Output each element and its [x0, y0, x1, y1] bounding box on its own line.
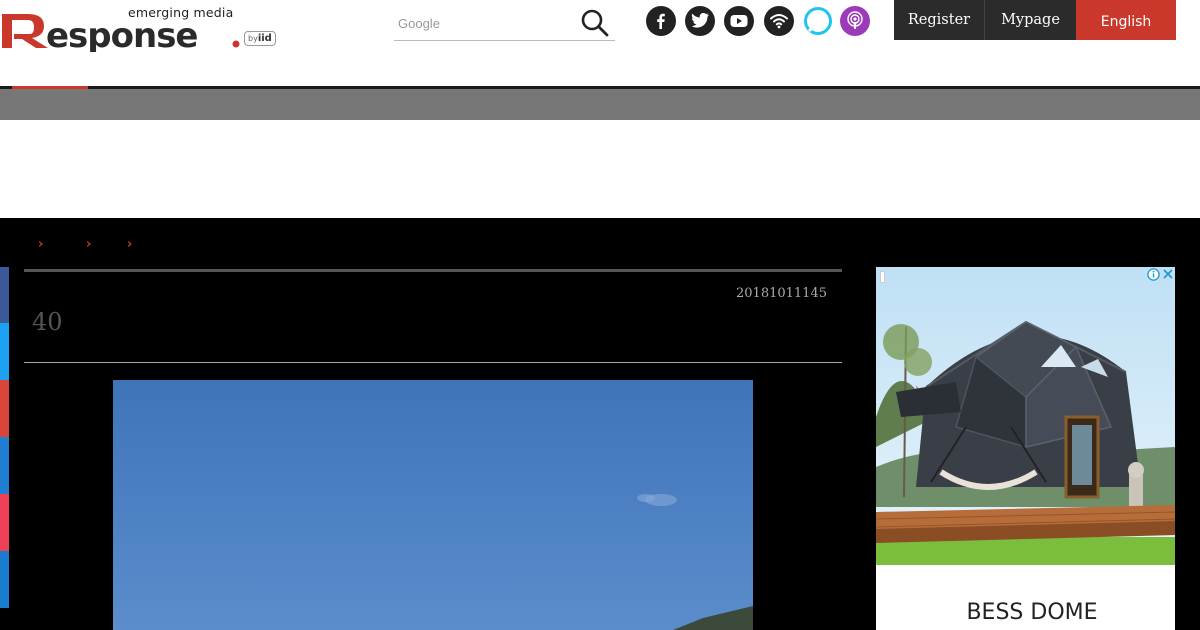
sidebar-advertisement[interactable]: BESS DOME	[876, 267, 1175, 630]
article-title-rule	[24, 362, 842, 363]
search-box	[394, 6, 615, 41]
response-wordmark: esponse	[2, 14, 240, 52]
search-button[interactable]	[580, 8, 612, 38]
article-top-rule	[24, 269, 842, 272]
podcast-link[interactable]	[840, 6, 870, 36]
facebook-icon	[657, 13, 665, 29]
share-facebook-button[interactable]	[0, 267, 9, 323]
search-input[interactable]	[398, 14, 568, 32]
share-line-button[interactable]	[0, 551, 9, 608]
site-logo[interactable]: emerging media esponse byiid	[0, 2, 290, 52]
share-google-button[interactable]	[0, 380, 9, 437]
article-date: 20181011145	[736, 286, 827, 301]
breadcrumb-chevron: ›	[86, 237, 92, 252]
share-twitter-button[interactable]	[0, 323, 9, 380]
alexa-link[interactable]	[803, 6, 833, 36]
close-ad-icon[interactable]	[1162, 268, 1174, 280]
mypage-button[interactable]: Mypage	[985, 0, 1076, 40]
register-button[interactable]: Register	[894, 0, 985, 40]
rss-link[interactable]	[764, 6, 794, 36]
facebook-link[interactable]	[646, 6, 676, 36]
twitter-link[interactable]	[685, 6, 715, 36]
youtube-icon	[730, 15, 748, 27]
english-button[interactable]: English	[1076, 0, 1176, 40]
ad-choices-icon	[1146, 267, 1160, 281]
ad-title: BESS DOME	[966, 600, 1098, 625]
svg-text:esponse: esponse	[46, 16, 198, 52]
podcast-icon	[847, 11, 863, 29]
wifi-rss-icon	[770, 14, 788, 29]
share-sidebar	[0, 267, 9, 608]
article-photo[interactable]	[113, 380, 753, 630]
twitter-icon	[691, 13, 709, 28]
share-pocket-button[interactable]	[0, 494, 9, 551]
site-header: emerging media esponse byiid Google Regi…	[0, 0, 1200, 88]
share-hatena-button[interactable]	[0, 437, 9, 494]
sky-landscape-image	[113, 380, 753, 630]
ad-marker	[880, 271, 885, 283]
dome-house-image	[876, 267, 1175, 565]
article-title: 40	[32, 308, 63, 336]
search-icon	[581, 9, 609, 37]
youtube-link[interactable]	[724, 6, 754, 36]
breadcrumb-chevron: ›	[38, 237, 44, 252]
account-buttons: Register Mypage English	[894, 0, 1176, 40]
alexa-icon	[804, 7, 832, 35]
top-ad-space	[0, 120, 1200, 218]
breadcrumb-chevron: ›	[127, 237, 133, 252]
logo-byiid: byiid	[244, 31, 276, 46]
ad-choices-button[interactable]	[1145, 267, 1175, 281]
sub-navigation-bar	[0, 89, 1200, 120]
main-content: › › › 20181011145 40 BESS DOME	[0, 218, 1200, 630]
